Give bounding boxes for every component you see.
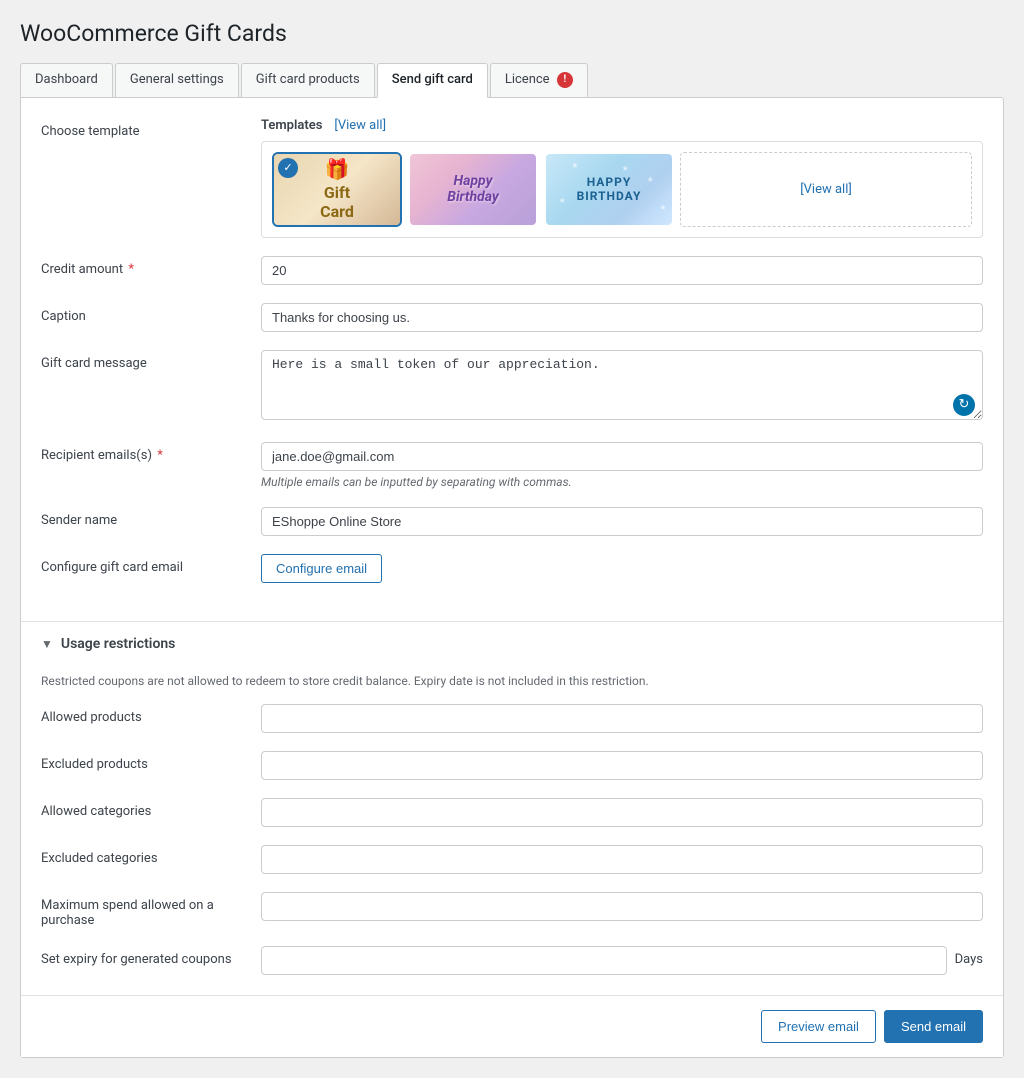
recipient-email-hint: Multiple emails can be inputted by separ… [261,475,983,489]
credit-amount-field [261,256,983,285]
sender-name-input[interactable] [261,507,983,536]
usage-restrictions-header[interactable]: ▼ Usage restrictions [21,622,1003,666]
allowed-products-row: Allowed products [41,704,983,733]
recipient-email-row: Recipient emails(s) * Multiple emails ca… [41,442,983,489]
configure-email-button[interactable]: Configure email [261,554,382,583]
caption-label: Caption [41,303,241,324]
excluded-products-input[interactable] [261,751,983,780]
max-spend-row: Maximum spend allowed on a purchase [41,892,983,928]
template-field: Templates [View all] ✓ 🎁 GiftCard [261,118,983,238]
excluded-products-row: Excluded products [41,751,983,780]
configure-email-label: Configure gift card email [41,554,241,575]
template-header: Templates [View all] [261,118,983,133]
page-title: WooCommerce Gift Cards [20,20,1004,47]
tab-dashboard[interactable]: Dashboard [20,63,113,97]
gift-message-row: Gift card message Here is a small token … [41,350,983,424]
recipient-email-label: Recipient emails(s) * [41,442,241,463]
configure-email-field: Configure email [261,554,983,583]
card-birthday2-visual: ★ ★ ★ ★ ★ HAPPYBIRTHDAY [546,154,672,225]
max-spend-label: Maximum spend allowed on a purchase [41,892,241,928]
view-all-card-link[interactable]: [View all] [800,182,852,197]
sender-name-label: Sender name [41,507,241,528]
form-section: Choose template Templates [View all] ✓ 🎁… [21,118,1003,621]
tab-gift-card-products[interactable]: Gift card products [241,63,375,97]
expiry-field: Days [261,946,983,975]
expiry-row: Set expiry for generated coupons Days [41,946,983,975]
template-card-birthday-blue[interactable]: ★ ★ ★ ★ ★ HAPPYBIRTHDAY [544,152,674,227]
recipient-email-field: Multiple emails can be inputted by separ… [261,442,983,489]
send-email-button[interactable]: Send email [884,1010,983,1043]
template-title: Templates [261,118,322,133]
licence-badge: ! [557,72,573,88]
excluded-categories-row: Excluded categories [41,845,983,874]
caption-row: Caption [41,303,983,332]
allowed-products-field [261,704,983,733]
expiry-input[interactable] [261,946,947,975]
max-spend-input[interactable] [261,892,983,921]
excluded-products-label: Excluded products [41,751,241,772]
excluded-categories-label: Excluded categories [41,845,241,866]
required-marker-email: * [157,448,163,463]
gift-message-textarea[interactable]: Here is a small token of our appreciatio… [261,350,983,420]
template-cards: ✓ 🎁 GiftCard HappyBirthday [261,141,983,238]
allowed-categories-input[interactable] [261,798,983,827]
excluded-products-field [261,751,983,780]
tabs-nav: Dashboard General settings Gift card pro… [20,63,1004,97]
allowed-products-input[interactable] [261,704,983,733]
allowed-products-label: Allowed products [41,704,241,725]
expiry-input-row: Days [261,946,983,975]
usage-restrictions-title: Usage restrictions [61,636,176,652]
template-row: Choose template Templates [View all] ✓ 🎁… [41,118,983,238]
preview-email-button[interactable]: Preview email [761,1010,876,1043]
credit-amount-row: Credit amount * [41,256,983,285]
credit-amount-label: Credit amount * [41,256,241,277]
recipient-email-input[interactable] [261,442,983,471]
expiry-label: Set expiry for generated coupons [41,946,241,967]
restrictions-form: Allowed products Excluded products Allow… [21,704,1003,975]
restrictions-notice: Restricted coupons are not allowed to re… [21,666,1003,704]
refresh-icon[interactable]: ↻ [953,394,975,416]
sender-name-field [261,507,983,536]
main-content: Choose template Templates [View all] ✓ 🎁… [20,97,1004,1058]
tab-send-gift-card[interactable]: Send gift card [377,63,488,98]
textarea-wrapper: Here is a small token of our appreciatio… [261,350,983,424]
caption-field [261,303,983,332]
excluded-categories-input[interactable] [261,845,983,874]
chevron-down-icon: ▼ [41,637,53,651]
max-spend-field [261,892,983,921]
configure-email-row: Configure gift card email Configure emai… [41,554,983,583]
days-suffix: Days [955,946,983,967]
tab-general-settings[interactable]: General settings [115,63,239,97]
sender-name-row: Sender name [41,507,983,536]
selected-check-icon: ✓ [278,158,298,178]
caption-input[interactable] [261,303,983,332]
gift-message-label: Gift card message [41,350,241,371]
footer-bar: Preview email Send email [21,995,1003,1057]
required-marker: * [128,262,134,277]
view-all-top-link[interactable]: [View all] [334,118,386,133]
tab-licence[interactable]: Licence ! [490,63,588,97]
template-label: Choose template [41,118,241,139]
card-birthday-visual: HappyBirthday [410,154,536,225]
allowed-categories-row: Allowed categories [41,798,983,827]
gift-message-field: Here is a small token of our appreciatio… [261,350,983,424]
credit-amount-input[interactable] [261,256,983,285]
allowed-categories-label: Allowed categories [41,798,241,819]
template-card-birthday-floral[interactable]: HappyBirthday [408,152,538,227]
template-card-gift[interactable]: ✓ 🎁 GiftCard [272,152,402,227]
view-all-card[interactable]: [View all] [680,152,972,227]
allowed-categories-field [261,798,983,827]
excluded-categories-field [261,845,983,874]
